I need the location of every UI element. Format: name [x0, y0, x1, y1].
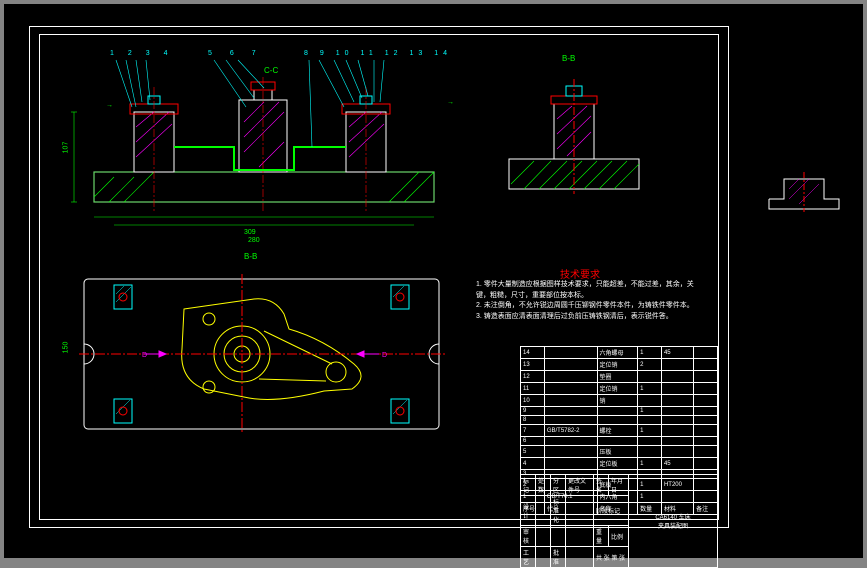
- bom-row: 5压板: [521, 446, 718, 458]
- section-mark-arrow: →: [106, 102, 113, 109]
- dim-width-1: 309: [244, 229, 256, 236]
- side-view-label: B-B: [562, 54, 575, 63]
- bom-row: 12垫圈: [521, 371, 718, 383]
- dim-width-2: 280: [248, 237, 260, 244]
- bom-row: 6: [521, 437, 718, 446]
- bom-row: 11定位销1: [521, 383, 718, 395]
- bom-row: 13定位销2: [521, 359, 718, 371]
- bom-row: 4定位板145: [521, 458, 718, 470]
- front-view-label: B-B: [244, 252, 257, 261]
- bom-row: 14六角螺母145: [521, 347, 718, 359]
- bom-row: 8: [521, 416, 718, 425]
- side-section-view: [499, 64, 649, 214]
- sect-D-left: D: [142, 352, 147, 359]
- tech-note-3: 3. 铸造表面应清表面清理后过负前压铸铁钢清后，表示锐件答。: [476, 312, 696, 323]
- plan-view: [74, 269, 454, 439]
- plan-height-dim: 150: [62, 342, 69, 354]
- tech-notes-body: 1. 零件大量制造应根据图样技术要求，只能超差，不能过差，其余，关键，粗糙，尺寸…: [476, 280, 696, 322]
- tech-note-2: 2. 未注倒角，不允许锐边周圆千压铆钢件零件本件，为铸铁件零件本。: [476, 301, 696, 312]
- tech-notes-title: 技术要求: [560, 266, 600, 281]
- model-space-background[interactable]: 1 2 3 4 5 6 7 8 9 10 11 12 13 14 B-B 107…: [4, 4, 863, 558]
- bom-row: 91: [521, 407, 718, 416]
- tb-title: 夹具装配图: [631, 521, 715, 530]
- bom-row: 10销: [521, 395, 718, 407]
- title-block: 标记 处数 分区 更改文件号 签名 年月日 CA6140 车床 夹具装配图 设计…: [520, 474, 718, 568]
- dim-height: 107: [62, 142, 69, 154]
- tb-project: CA6140 车床: [631, 512, 715, 521]
- balloon-number-row: 1 2 3 4: [110, 50, 173, 57]
- tech-note-1: 1. 零件大量制造应根据图样技术要求，只能超差，不能过差，其余，关键，粗糙，尺寸…: [476, 280, 696, 301]
- bom-row: 7GB/T5782-2螺栓1: [521, 425, 718, 437]
- balloon-number-row-3: 8 9 10 11 12 13 14: [304, 50, 452, 57]
- balloon-number-row-2: 5 6 7: [208, 50, 264, 57]
- section-mark-c: C-C: [264, 66, 278, 75]
- section-mark-arrow-2: →: [447, 99, 454, 106]
- detail-thumbnail: [764, 164, 844, 214]
- sect-D-right: D: [382, 352, 387, 359]
- cad-application-viewport[interactable]: 1 2 3 4 5 6 7 8 9 10 11 12 13 14 B-B 107…: [0, 0, 867, 562]
- front-section-view: [54, 52, 474, 227]
